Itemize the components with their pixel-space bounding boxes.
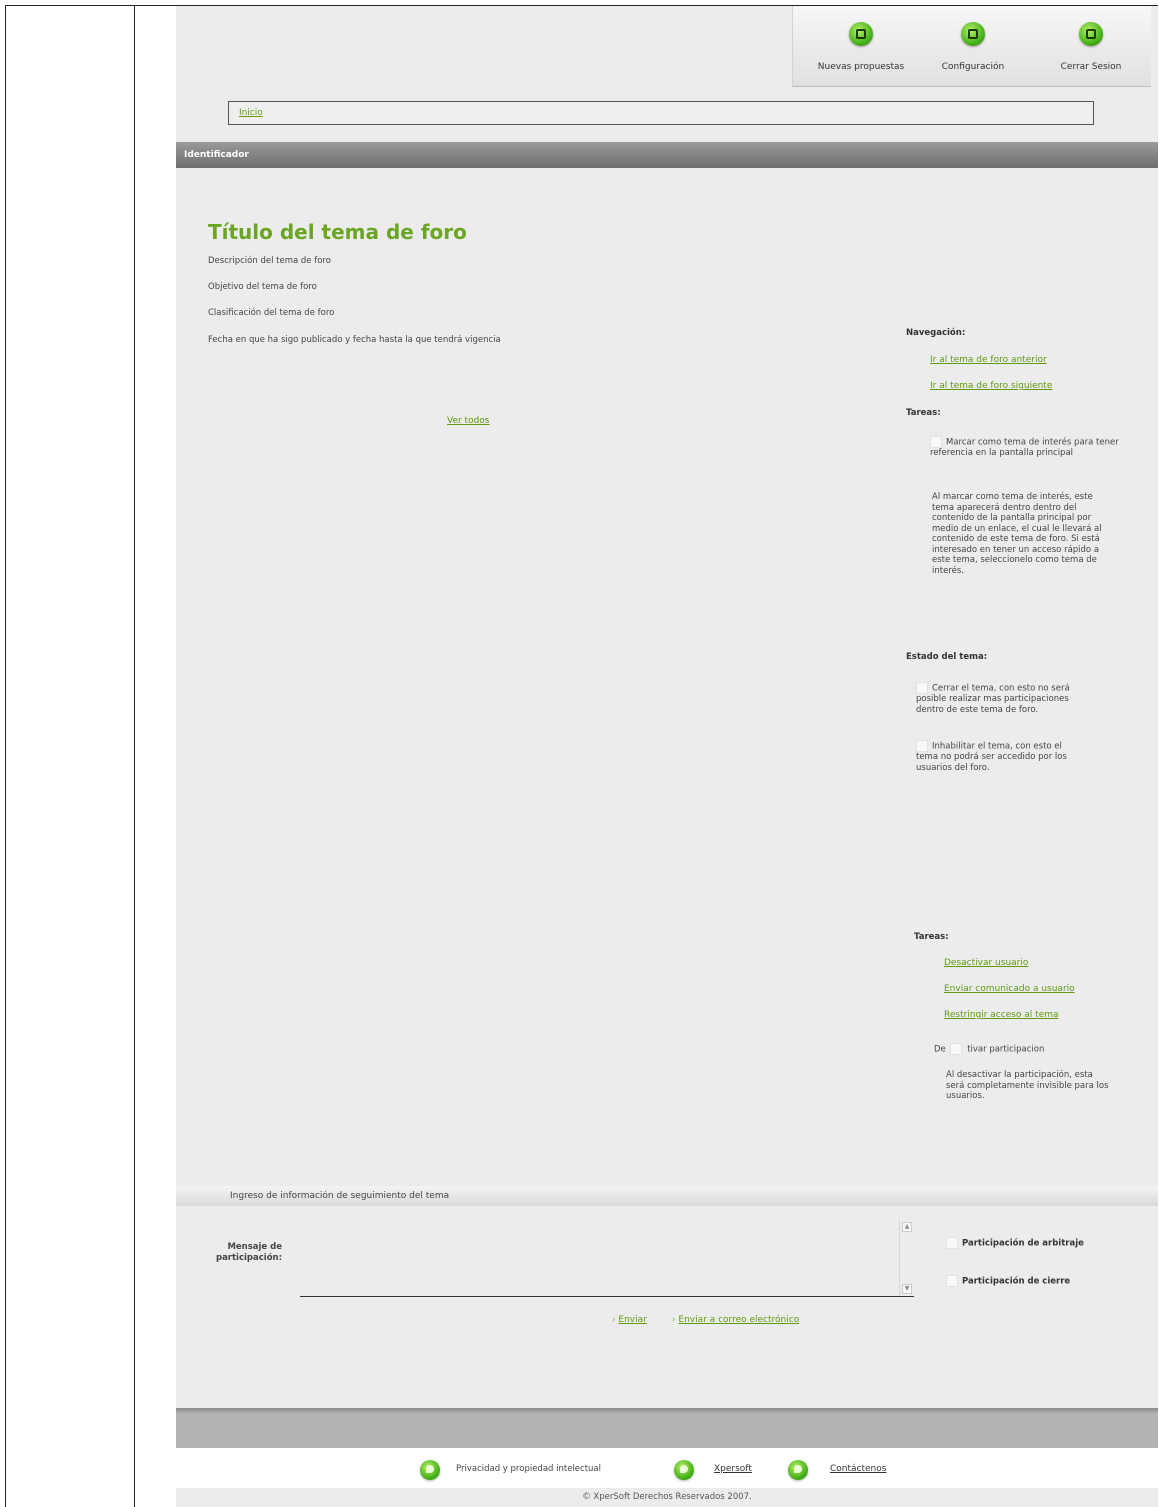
textarea-scrollbar[interactable]: ▲ ▼ — [899, 1220, 914, 1296]
close-topic-option: Cerrar el tema, con esto no será posible… — [916, 682, 1084, 715]
column-divider — [134, 5, 135, 1507]
follow-up-section-title: Ingreso de información de seguimiento de… — [230, 1191, 450, 1201]
arbitration-option: Participación de arbitraje — [946, 1237, 1084, 1249]
settings-icon — [961, 22, 985, 46]
scroll-down-icon[interactable]: ▼ — [902, 1284, 912, 1294]
mark-interest-option: Marcar como tema de interés para tener r… — [930, 436, 1120, 459]
xpersoft-link[interactable]: Xpersoft — [714, 1464, 752, 1474]
contact-icon — [788, 1460, 808, 1480]
logout-label: Cerrar Sesion — [1060, 62, 1122, 72]
disable-topic-checkbox[interactable] — [916, 740, 928, 752]
closing-label: Participación de cierre — [962, 1276, 1071, 1287]
top-toolbar: Nuevas propuestas Configuración Cerrar S… — [792, 6, 1151, 87]
privacy-icon — [420, 1460, 440, 1480]
send-email-action: › Enviar a correo electrónico — [672, 1315, 799, 1325]
prev-topic-link[interactable]: Ir al tema de foro anterior — [930, 355, 1047, 365]
navigation-title: Navegación: — [906, 328, 966, 338]
copyright: © XperSoft Derechos Reservados 2007. — [176, 1488, 1158, 1507]
deactivate-participation-checkbox[interactable] — [950, 1043, 963, 1055]
topic-objective: Objetivo del tema de foro — [208, 282, 317, 292]
deactivate-participation-help: Al desactivar la participación, esta ser… — [946, 1070, 1109, 1101]
deactivate-participation-label-left: De — [934, 1044, 946, 1055]
contact-link[interactable]: Contáctenos — [830, 1464, 886, 1474]
message-textarea[interactable]: ▲ ▼ — [300, 1220, 914, 1297]
scroll-up-icon[interactable]: ▲ — [902, 1222, 912, 1232]
mark-interest-checkbox[interactable] — [930, 436, 942, 448]
send-action: › Enviar — [612, 1315, 647, 1325]
settings-button[interactable]: Configuración — [923, 22, 1023, 72]
breadcrumb: Inicio — [228, 101, 1094, 125]
follow-up-section-bar: Ingreso de información de seguimiento de… — [176, 1186, 1158, 1206]
topic-title: Título del tema de foro — [208, 220, 467, 244]
settings-label: Configuración — [941, 62, 1005, 72]
topic-classification: Clasificación del tema de foro — [208, 308, 335, 318]
privacy-link[interactable]: Privacidad y propiedad intelectual — [456, 1464, 601, 1474]
deactivate-participation-option: De tivar participacion — [934, 1043, 1044, 1055]
tasks2-title: Tareas: — [914, 932, 949, 942]
identifier-bar: Identificador — [176, 142, 1158, 168]
topic-state-title: Estado del tema: — [906, 652, 988, 662]
new-proposals-button[interactable]: Nuevas propuestas — [811, 22, 911, 72]
logout-button[interactable]: Cerrar Sesion — [1041, 22, 1141, 72]
disable-topic-option: Inhabilitar el tema, con esto el tema no… — [916, 740, 1084, 773]
send-arrow-icon: › — [612, 1315, 616, 1325]
deactivate-participation-label-right: tivar participacion — [967, 1044, 1045, 1055]
mark-interest-help: Al marcar como tema de interés, este tem… — [932, 492, 1102, 576]
arbitration-label: Participación de arbitraje — [962, 1238, 1084, 1249]
next-topic-link[interactable]: Ir al tema de foro siguiente — [930, 381, 1052, 391]
close-topic-label: Cerrar el tema, con esto no será posible… — [916, 683, 1070, 715]
send-message-link[interactable]: Enviar comunicado a usuario — [944, 984, 1075, 994]
breadcrumb-home-link[interactable]: Inicio — [239, 108, 263, 118]
arbitration-checkbox[interactable] — [946, 1237, 958, 1249]
send-email-link[interactable]: Enviar a correo electrónico — [678, 1315, 799, 1325]
footer-links: Privacidad y propiedad intelectual Xpers… — [176, 1448, 1158, 1488]
mark-interest-label: Marcar como tema de interés para tener r… — [930, 437, 1119, 459]
close-topic-checkbox[interactable] — [916, 682, 928, 694]
disable-topic-label: Inhabilitar el tema, con esto el tema no… — [916, 741, 1067, 773]
deactivate-user-link[interactable]: Desactivar usuario — [944, 958, 1028, 968]
new-proposals-label: Nuevas propuestas — [817, 62, 905, 72]
tasks-title: Tareas: — [906, 408, 941, 418]
new-proposal-icon — [849, 22, 873, 46]
identifier-label: Identificador — [184, 150, 249, 160]
xpersoft-icon — [674, 1460, 694, 1480]
send-link[interactable]: Enviar — [618, 1315, 646, 1325]
logout-icon — [1079, 22, 1103, 46]
message-label: Mensaje de participación: — [215, 1242, 282, 1263]
see-all-link[interactable]: Ver todos — [447, 416, 490, 426]
closing-option: Participación de cierre — [946, 1275, 1070, 1287]
send-email-arrow-icon: › — [672, 1315, 676, 1325]
topic-dates: Fecha en que ha sigo publicado y fecha h… — [208, 335, 501, 345]
footer-bar — [176, 1408, 1158, 1448]
closing-checkbox[interactable] — [946, 1275, 958, 1287]
restrict-access-link[interactable]: Restringir acceso al tema — [944, 1010, 1059, 1020]
topic-description: Descripción del tema de foro — [208, 256, 331, 266]
